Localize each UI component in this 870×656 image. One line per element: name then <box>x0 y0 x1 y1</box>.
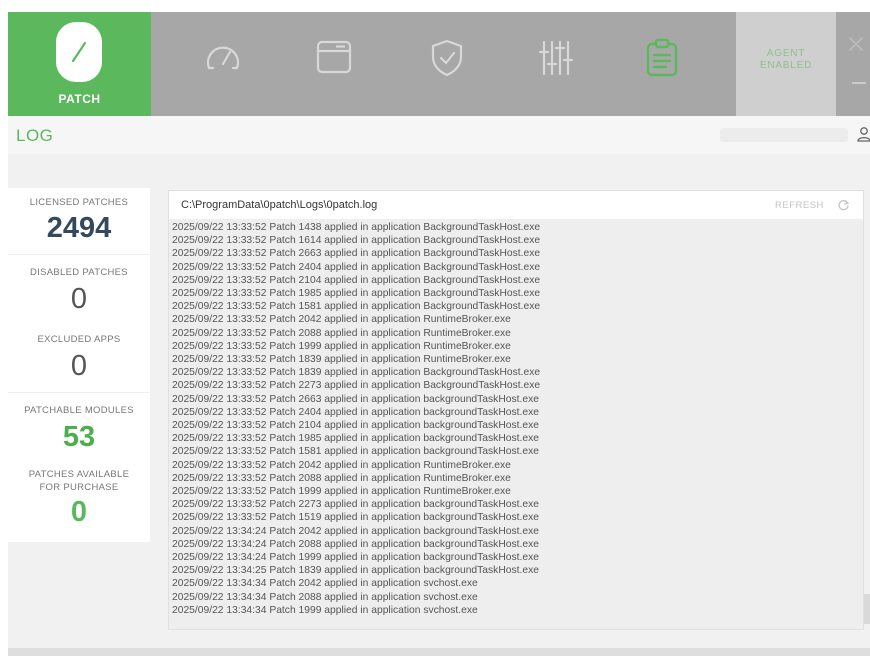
agent-status-line-2: ENABLED <box>759 60 813 71</box>
patches-available-label: PATCHES AVAILABLE FOR PURCHASE <box>8 468 150 494</box>
patches-available-value: 0 <box>70 496 88 528</box>
excluded-apps-label: EXCLUDED APPS <box>37 334 121 345</box>
log-line: 2025/09/22 13:34:24 Patch 1999 applied i… <box>172 552 539 564</box>
log-header: C:\ProgramData\0patch\Logs\0patch.log RE… <box>169 191 863 219</box>
sliders-icon[interactable] <box>536 38 576 78</box>
brand-label: PATCH <box>58 92 101 106</box>
excluded-apps-value: 0 <box>70 350 88 382</box>
log-file-path: C:\ProgramData\0patch\Logs\0patch.log <box>181 199 378 211</box>
log-line: 2025/09/22 13:33:52 Patch 2404 applied i… <box>172 261 541 273</box>
disabled-patches-value: 0 <box>70 283 88 315</box>
stats-panel: LICENSED PATCHES 2494 DISABLED PATCHES 0… <box>8 188 150 542</box>
refresh-label: REFRESH <box>775 200 824 211</box>
page-title: LOG <box>16 126 54 145</box>
gauge-icon[interactable] <box>203 38 243 78</box>
log-line: 2025/09/22 13:34:34 Patch 1999 applied i… <box>172 604 478 616</box>
log-line: 2025/09/22 13:33:52 Patch 2088 applied i… <box>172 472 511 484</box>
agent-status-line-1: AGENT <box>766 48 806 59</box>
scrollbar[interactable] <box>864 594 870 624</box>
patchable-modules-value: 53 <box>62 421 96 453</box>
log-line: 2025/09/22 13:33:52 Patch 1839 applied i… <box>172 354 511 366</box>
log-line: 2025/09/22 13:33:52 Patch 2663 applied i… <box>172 248 541 260</box>
user-account-name <box>720 128 848 142</box>
licensed-patches-value: 2494 <box>46 212 112 244</box>
refresh-button[interactable]: REFRESH <box>775 198 857 214</box>
log-line: 2025/09/22 13:34:24 Patch 2042 applied i… <box>172 525 539 537</box>
divider <box>8 254 150 255</box>
log-line: 2025/09/22 13:34:34 Patch 2042 applied i… <box>172 578 478 590</box>
log-line: 2025/09/22 13:33:52 Patch 1438 applied i… <box>172 222 541 233</box>
bottom-bar <box>8 648 870 656</box>
minimize-icon[interactable] <box>852 82 866 84</box>
log-panel: C:\ProgramData\0patch\Logs\0patch.log RE… <box>168 190 864 630</box>
log-line: 2025/09/22 13:33:52 Patch 1999 applied i… <box>172 486 511 498</box>
log-line: 2025/09/22 13:33:52 Patch 2663 applied i… <box>172 393 539 405</box>
agent-status-button[interactable]: AGENT ENABLED <box>736 12 836 116</box>
agent-status-label: AGENT ENABLED <box>736 48 836 72</box>
log-line: 2025/09/22 13:33:52 Patch 1519 applied i… <box>172 512 539 524</box>
patches-available-label-line-1: PATCHES AVAILABLE <box>28 469 130 480</box>
log-line: 2025/09/22 13:34:34 Patch 2088 applied i… <box>172 591 478 603</box>
log-content[interactable]: 2025/09/22 13:33:52 Patch 1438 applied i… <box>172 221 852 617</box>
log-line: 2025/09/22 13:33:52 Patch 2042 applied i… <box>172 459 511 471</box>
log-line: 2025/09/22 13:33:52 Patch 2088 applied i… <box>172 327 511 339</box>
refresh-icon <box>838 199 850 211</box>
close-icon[interactable] <box>846 34 866 54</box>
log-line: 2025/09/22 13:33:52 Patch 1999 applied i… <box>172 340 511 352</box>
log-line: 2025/09/22 13:33:52 Patch 1581 applied i… <box>172 446 539 458</box>
log-line: 2025/09/22 13:33:52 Patch 1581 applied i… <box>172 301 541 313</box>
title-row: LOG <box>8 116 870 154</box>
window-icon[interactable] <box>314 38 354 78</box>
shield-icon[interactable] <box>427 38 467 78</box>
log-line: 2025/09/22 13:34:24 Patch 2088 applied i… <box>172 538 539 550</box>
patches-available-label-line-2: FOR PURCHASE <box>39 482 119 493</box>
log-line: 2025/09/22 13:33:52 Patch 1614 applied i… <box>172 235 541 247</box>
patchable-modules-label: PATCHABLE MODULES <box>24 405 134 416</box>
log-line: 2025/09/22 13:33:52 Patch 1985 applied i… <box>172 433 539 445</box>
licensed-patches-label: LICENSED PATCHES <box>29 197 129 208</box>
log-line: 2025/09/22 13:33:52 Patch 2273 applied i… <box>172 380 541 392</box>
log-line: 2025/09/22 13:33:52 Patch 2042 applied i… <box>172 314 511 326</box>
clipboard-icon[interactable] <box>642 38 682 78</box>
divider <box>8 392 150 393</box>
log-line: 2025/09/22 13:33:52 Patch 2104 applied i… <box>172 274 541 286</box>
user-icon[interactable] <box>856 126 870 142</box>
log-line: 2025/09/22 13:33:52 Patch 2104 applied i… <box>172 420 539 432</box>
patch-logo-icon <box>56 22 102 82</box>
log-line: 2025/09/22 13:33:52 Patch 1985 applied i… <box>172 288 541 300</box>
log-line: 2025/09/22 13:34:25 Patch 1839 applied i… <box>172 565 539 577</box>
log-line: 2025/09/22 13:33:52 Patch 2404 applied i… <box>172 406 539 418</box>
log-line: 2025/09/22 13:33:52 Patch 2273 applied i… <box>172 499 539 511</box>
disabled-patches-label: DISABLED PATCHES <box>30 267 128 278</box>
log-line: 2025/09/22 13:33:52 Patch 1839 applied i… <box>172 367 541 379</box>
brand-tab[interactable]: PATCH <box>8 12 151 116</box>
